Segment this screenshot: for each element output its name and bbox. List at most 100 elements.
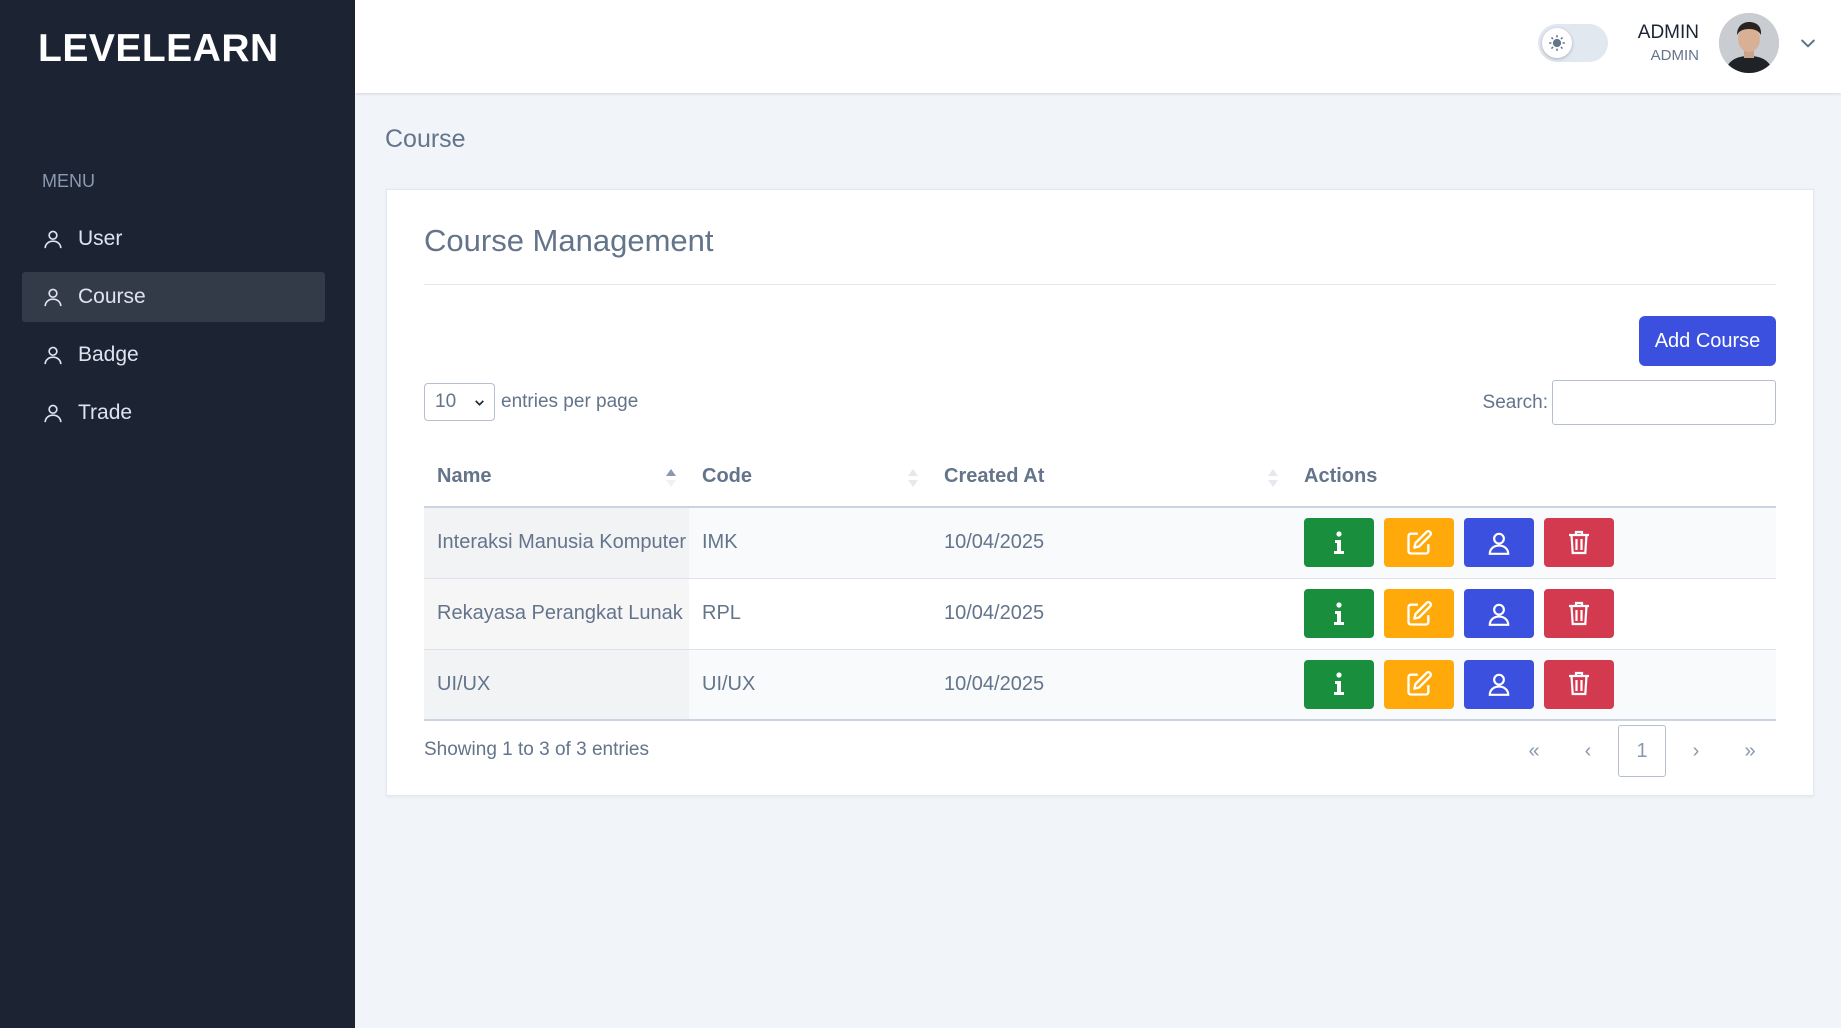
divider	[424, 284, 1776, 285]
cell-actions	[1291, 507, 1776, 579]
menu-title: MENU	[42, 171, 95, 191]
app-logo[interactable]: LEVELEARN	[38, 27, 279, 71]
sidebar-item-course[interactable]: Course	[22, 272, 325, 322]
pagination-first[interactable]: «	[1507, 725, 1561, 777]
user-icon	[44, 288, 62, 307]
cell-actions	[1291, 649, 1776, 721]
info-button[interactable]	[1304, 518, 1374, 568]
info-icon	[1334, 672, 1344, 696]
sun-icon	[1549, 35, 1565, 51]
entries-info: Showing 1 to 3 of 3 entries	[424, 739, 649, 760]
row-actions	[1304, 659, 1776, 709]
table-header-row: Name Code Created At Actions	[424, 447, 1776, 508]
sort-icon	[1268, 469, 1278, 487]
sidebar-item-trade[interactable]: Trade	[22, 388, 325, 438]
sort-icon	[908, 469, 918, 487]
cell-code: UI/UX	[689, 649, 931, 721]
edit-icon	[1407, 671, 1432, 696]
delete-button[interactable]	[1544, 589, 1614, 638]
assign-user-button[interactable]	[1464, 659, 1534, 709]
search-label: Search:	[1482, 391, 1548, 413]
cell-created-at: 10/04/2025	[931, 507, 1291, 579]
sidebar-item-user[interactable]: User	[22, 214, 325, 264]
trash-icon	[1569, 601, 1589, 625]
course-table: Name Code Created At Actions Interaksi M…	[424, 447, 1776, 721]
trash-icon	[1569, 530, 1589, 554]
row-actions	[1304, 518, 1776, 568]
user-icon	[1488, 532, 1510, 555]
cell-created-at: 10/04/2025	[931, 578, 1291, 650]
user-icon	[1488, 603, 1510, 626]
avatar[interactable]	[1719, 13, 1779, 73]
row-actions	[1304, 589, 1776, 638]
entries-select-value: 10	[435, 391, 457, 412]
search-area: Search:	[1483, 380, 1776, 425]
top-header: ADMIN ADMIN	[355, 0, 1841, 93]
sidebar-item-label: Badge	[78, 343, 139, 366]
column-header-label: Actions	[1304, 465, 1378, 487]
sidebar-item-badge[interactable]: Badge	[22, 330, 325, 380]
delete-button[interactable]	[1544, 659, 1614, 709]
pagination-prev[interactable]: ‹	[1561, 725, 1615, 777]
user-role: ADMIN	[1650, 47, 1699, 64]
sidebar-item-label: Trade	[78, 401, 133, 424]
toggle-knob	[1542, 28, 1572, 58]
cell-name: Rekayasa Perangkat Lunak	[424, 578, 689, 650]
edit-icon	[1407, 600, 1432, 626]
info-icon	[1334, 601, 1344, 625]
delete-button[interactable]	[1544, 518, 1614, 568]
table-row: Rekayasa Perangkat Lunak RPL 10/04/2025	[424, 578, 1776, 650]
info-icon	[1334, 531, 1344, 554]
pagination: « ‹ 1 › »	[1507, 725, 1777, 777]
assign-user-button[interactable]	[1464, 518, 1534, 568]
column-header-label: Created At	[944, 465, 1045, 487]
table-row: Interaksi Manusia Komputer IMK 10/04/202…	[424, 507, 1776, 579]
course-management-card: Course Management Add Course 10 entries …	[386, 189, 1814, 796]
column-header-name[interactable]: Name	[424, 447, 689, 508]
sidebar-item-label: User	[78, 227, 123, 250]
search-input[interactable]	[1552, 380, 1776, 425]
user-icon	[44, 346, 62, 365]
page-title: Course	[385, 125, 466, 153]
column-header-label: Code	[702, 465, 752, 487]
table-row: UI/UX UI/UX 10/04/2025	[424, 649, 1776, 721]
column-header-created-at[interactable]: Created At	[931, 447, 1291, 508]
pagination-next[interactable]: ›	[1669, 725, 1723, 777]
avatar-image	[1719, 13, 1779, 73]
user-icon	[44, 404, 62, 423]
user-icon	[44, 230, 62, 249]
info-button[interactable]	[1304, 589, 1374, 638]
column-header-label: Name	[437, 465, 492, 487]
pagination-last[interactable]: »	[1723, 725, 1777, 777]
user-name[interactable]: ADMIN	[1638, 22, 1699, 44]
cell-created-at: 10/04/2025	[931, 649, 1291, 721]
add-course-button[interactable]: Add Course	[1639, 316, 1776, 366]
chevron-down-icon	[475, 399, 484, 406]
sort-asc-icon	[666, 469, 676, 487]
sidebar: LEVELEARN MENU User Course Badge Trade	[0, 0, 355, 1028]
cell-code: RPL	[689, 578, 931, 650]
edit-button[interactable]	[1384, 589, 1454, 638]
entries-select[interactable]: 10	[424, 383, 495, 421]
trash-icon	[1569, 672, 1589, 696]
edit-icon	[1407, 529, 1432, 555]
user-icon	[1488, 673, 1510, 697]
theme-toggle[interactable]	[1538, 24, 1608, 62]
edit-button[interactable]	[1384, 659, 1454, 709]
pagination-page-1[interactable]: 1	[1618, 725, 1666, 777]
assign-user-button[interactable]	[1464, 589, 1534, 638]
entries-per-page: 10 entries per page	[424, 383, 638, 421]
edit-button[interactable]	[1384, 518, 1454, 568]
sidebar-nav: User Course Badge Trade	[22, 214, 325, 446]
column-header-actions: Actions	[1291, 447, 1776, 508]
cell-code: IMK	[689, 507, 931, 579]
cell-name: UI/UX	[424, 649, 689, 721]
column-header-code[interactable]: Code	[689, 447, 931, 508]
chevron-down-icon[interactable]	[1798, 33, 1818, 53]
card-title: Course Management	[424, 223, 714, 258]
entries-label: entries per page	[501, 391, 639, 412]
cell-name: Interaksi Manusia Komputer	[424, 507, 689, 579]
cell-actions	[1291, 578, 1776, 650]
info-button[interactable]	[1304, 659, 1374, 709]
sidebar-item-label: Course	[78, 285, 146, 308]
